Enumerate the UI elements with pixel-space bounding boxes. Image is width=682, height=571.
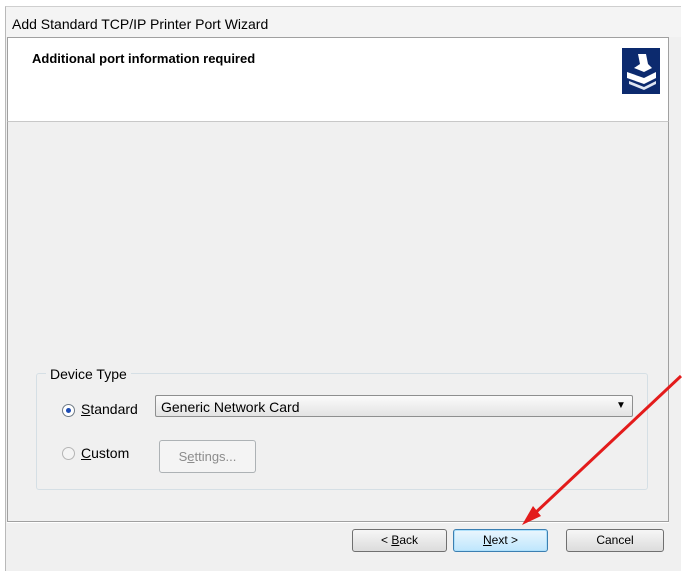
device-type-label: Device Type [46, 366, 131, 382]
device-type-group [36, 373, 648, 490]
printer-port-wizard-icon [622, 48, 660, 94]
next-button[interactable]: Next > [453, 529, 548, 552]
footer-separator [7, 521, 669, 523]
settings-button[interactable]: Settings... [159, 440, 256, 473]
standard-device-select[interactable]: Generic Network Card ▼ [155, 395, 633, 417]
standard-device-select-value: Generic Network Card [161, 399, 300, 415]
header-title: Additional port information required [32, 51, 256, 66]
custom-radio-label[interactable]: Custom [81, 445, 129, 461]
wizard-header: Additional port information required [7, 37, 669, 122]
standard-radio[interactable] [62, 404, 75, 417]
custom-radio[interactable] [62, 447, 75, 460]
title-bar: Add Standard TCP/IP Printer Port Wizard [6, 7, 681, 37]
window-title: Add Standard TCP/IP Printer Port Wizard [12, 16, 269, 32]
standard-radio-label[interactable]: Standard [81, 401, 138, 417]
chevron-down-icon[interactable]: ▼ [613, 399, 629, 413]
cancel-button[interactable]: Cancel [566, 529, 664, 552]
back-button[interactable]: < Back [352, 529, 447, 552]
